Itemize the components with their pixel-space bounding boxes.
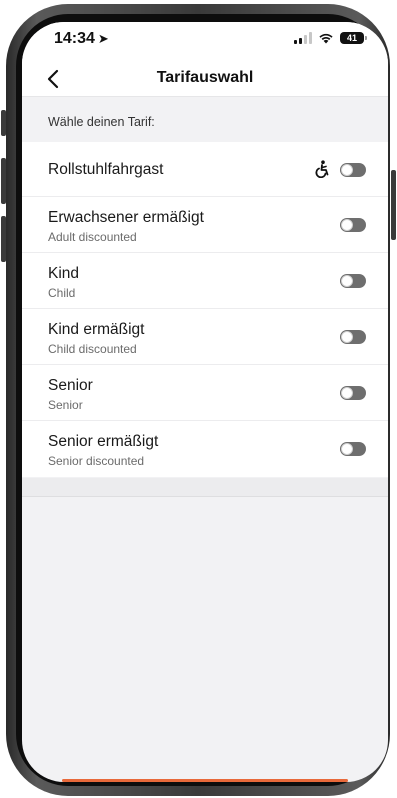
- tariff-row-kind[interactable]: Kind Child: [22, 253, 388, 309]
- mute-switch: [1, 110, 6, 136]
- tariff-label: Senior ermäßigt: [48, 433, 159, 450]
- erwachsener-ermaessigt-toggle[interactable]: [340, 218, 366, 232]
- nav-bar: Tarifauswahl: [22, 62, 388, 96]
- senior-toggle[interactable]: [340, 386, 366, 400]
- tariff-row-rollstuhlfahrgast[interactable]: Rollstuhlfahrgast: [22, 142, 388, 197]
- tariff-row-senior-ermaessigt[interactable]: Senior ermäßigt Senior discounted: [22, 421, 388, 477]
- battery-level: 41: [346, 33, 357, 43]
- battery-icon: 41: [340, 32, 367, 44]
- rollstuhlfahrgast-toggle[interactable]: [340, 163, 366, 177]
- tariff-label: Kind ermäßigt: [48, 321, 145, 338]
- power-button: [391, 170, 396, 240]
- tariff-row-erwachsener-ermaessigt[interactable]: Erwachsener ermäßigt Adult discounted: [22, 197, 388, 253]
- section-heading: Wähle deinen Tarif:: [48, 115, 155, 129]
- tariff-row-kind-ermaessigt[interactable]: Kind ermäßigt Child discounted: [22, 309, 388, 365]
- tariff-label: Rollstuhlfahrgast: [48, 161, 164, 178]
- tariff-label: Kind: [48, 265, 80, 282]
- volume-up-button: [1, 158, 6, 204]
- wifi-icon: [319, 33, 333, 44]
- volume-down-button: [1, 216, 6, 262]
- tariff-label: Erwachsener ermäßigt: [48, 209, 204, 226]
- tariff-label: Senior: [48, 377, 93, 394]
- list-footer-band: [22, 478, 388, 497]
- kind-toggle[interactable]: [340, 274, 366, 288]
- tariff-sublabel: Child discounted: [48, 342, 137, 356]
- tariff-sublabel: Senior discounted: [48, 454, 145, 468]
- section-header: Wähle deinen Tarif:: [22, 96, 388, 142]
- tariff-sublabel: Adult discounted: [48, 230, 137, 244]
- tariff-sublabel: Senior: [48, 398, 83, 412]
- status-time: 14:34 ➤: [54, 30, 109, 48]
- tariff-sublabel: Child: [48, 286, 76, 300]
- cellular-signal-icon: [294, 32, 312, 44]
- status-time-text: 14:34: [54, 30, 95, 47]
- tariff-list: Rollstuhlfahrgast Erwachsener ermäßigt A…: [22, 142, 388, 477]
- app-screen: 14:34 ➤ 41 Tarifauswahl Wähle deinen Tar…: [22, 22, 388, 782]
- kind-ermaessigt-toggle[interactable]: [340, 330, 366, 344]
- status-indicators: 41: [294, 32, 367, 44]
- senior-ermaessigt-toggle[interactable]: [340, 442, 366, 456]
- tariff-row-senior[interactable]: Senior Senior: [22, 365, 388, 421]
- wheelchair-icon: [315, 160, 329, 178]
- bottom-accent-bar: [62, 779, 348, 782]
- location-arrow-icon: ➤: [97, 31, 109, 46]
- page-title: Tarifauswahl: [156, 69, 254, 86]
